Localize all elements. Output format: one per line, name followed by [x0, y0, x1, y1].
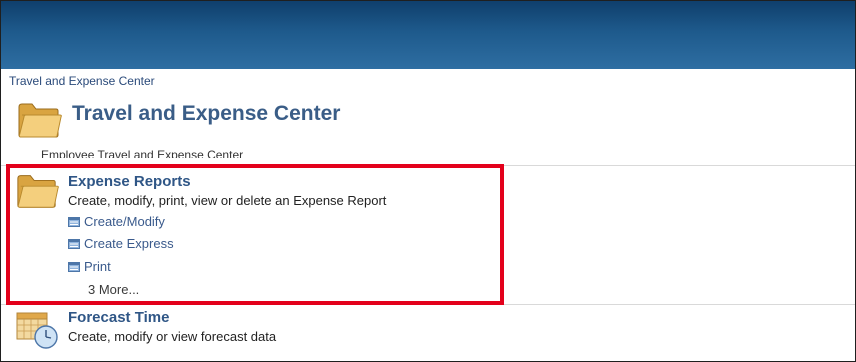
create-modify-link[interactable]: Create/Modify: [68, 214, 165, 229]
calendar-clock-icon: [16, 312, 58, 349]
folder-icon: [18, 103, 62, 138]
print-label: Print: [84, 259, 111, 274]
component-icon: [68, 238, 80, 249]
forecast-time-link[interactable]: Forecast Time: [68, 309, 169, 326]
header-bar: [1, 1, 855, 69]
component-icon: [68, 216, 80, 227]
create-express-link[interactable]: Create Express: [68, 236, 174, 251]
folder-icon: [17, 175, 59, 208]
forecast-time-description: Create, modify or view forecast data: [68, 329, 277, 344]
divider: [1, 304, 855, 305]
page-subtitle: Employee Travel and Expense Center: [41, 148, 244, 162]
expense-reports-link[interactable]: Expense Reports: [68, 173, 191, 190]
create-modify-label: Create/Modify: [84, 214, 165, 229]
expense-reports-description: Create, modify, print, view or delete an…: [68, 193, 387, 208]
more-link[interactable]: 3 More...: [88, 282, 139, 297]
breadcrumb[interactable]: Travel and Expense Center: [9, 74, 155, 88]
print-link[interactable]: Print: [68, 259, 111, 274]
component-icon: [68, 261, 80, 272]
page-title: Travel and Expense Center: [72, 102, 341, 125]
app-window: Travel and Expense Center Travel and Exp…: [0, 0, 856, 362]
create-express-label: Create Express: [84, 236, 174, 251]
divider: [1, 165, 855, 166]
